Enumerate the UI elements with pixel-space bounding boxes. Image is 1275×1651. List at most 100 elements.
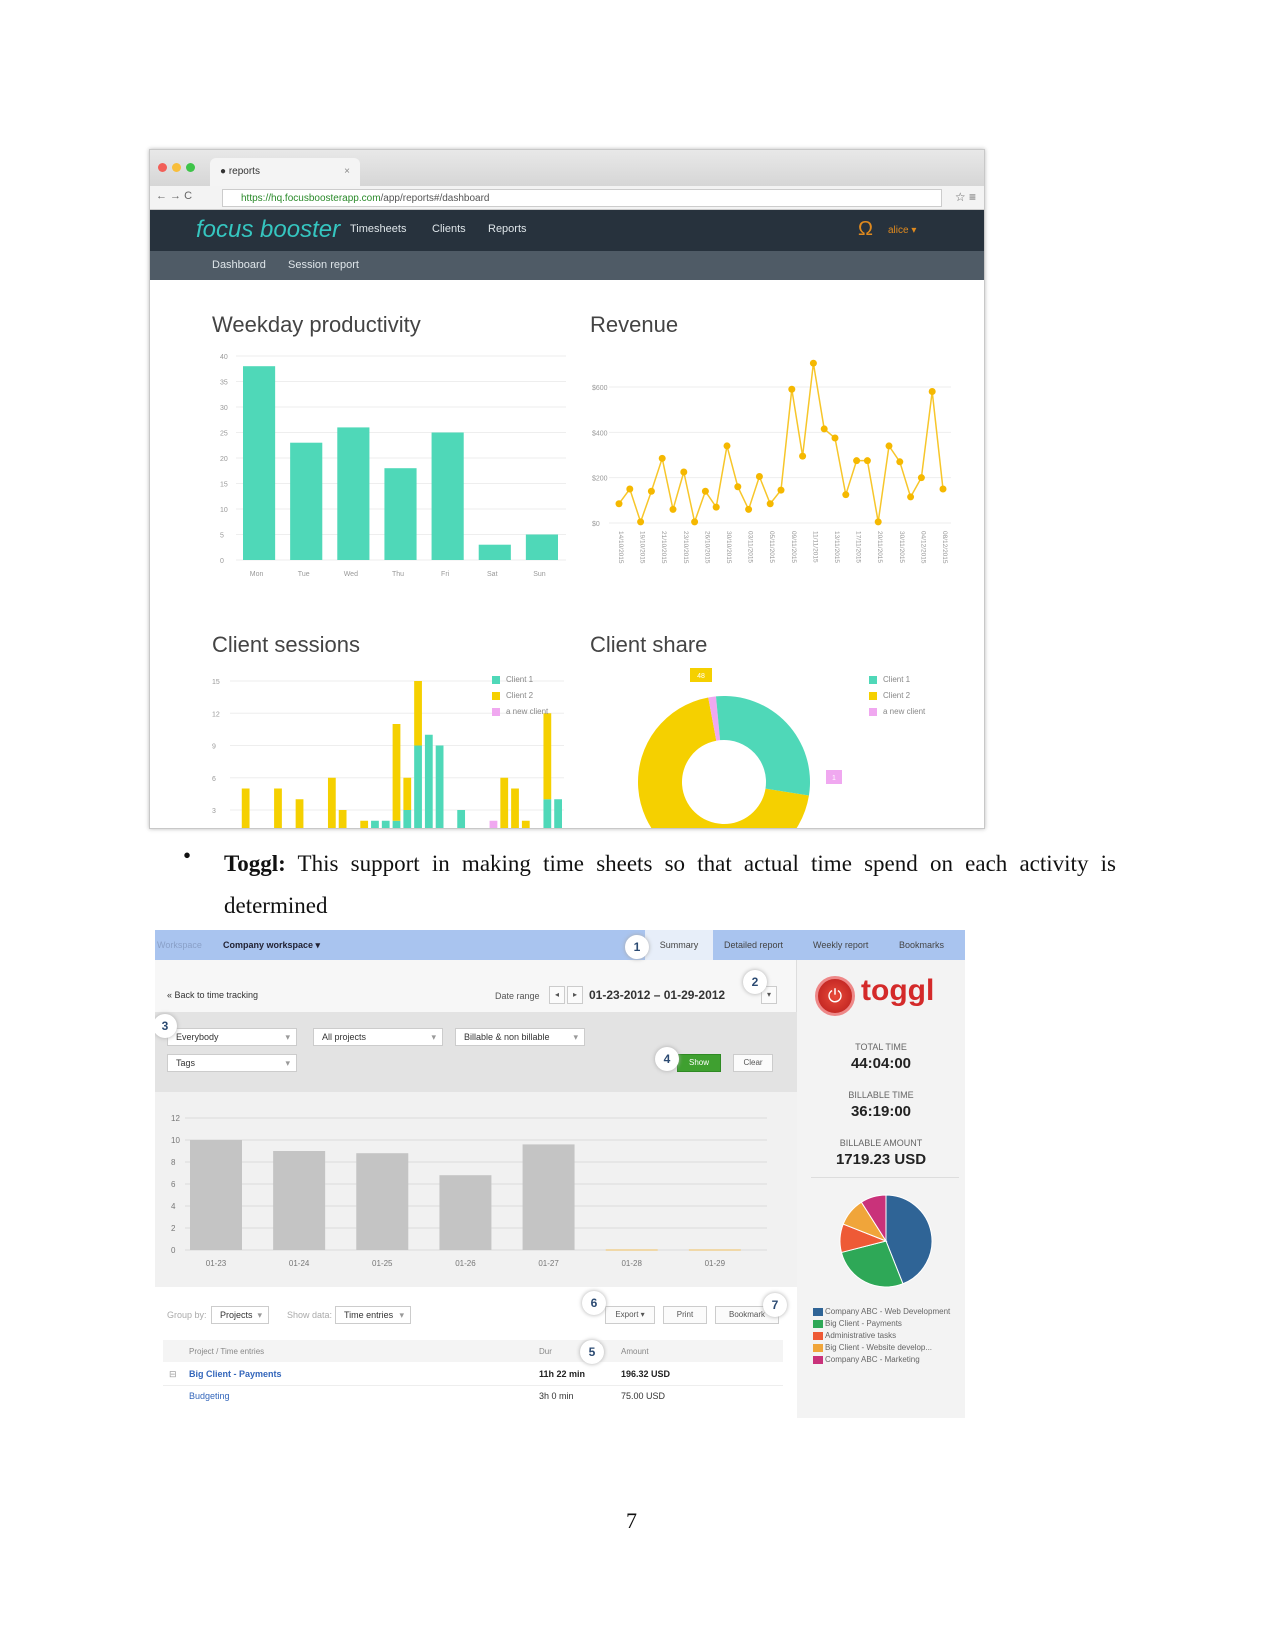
data-point: [755, 473, 763, 481]
x-tick-label: 04/12/2015: [919, 531, 926, 564]
data-point: [637, 518, 645, 526]
x-tick-label: 01-29: [705, 1259, 726, 1268]
data-point: [658, 454, 666, 462]
legend-swatch: [813, 1355, 823, 1364]
table-row[interactable]: ⊟ Big Client - Payments 11h 22 min 196.3…: [163, 1364, 783, 1386]
legend-item: Big Client - Payments: [813, 1318, 963, 1330]
legend-label: Client 2: [506, 691, 534, 700]
x-tick-label: Sun: [533, 571, 546, 578]
legend-item: Big Client - Website develop...: [813, 1342, 963, 1354]
y-tick-label: 15: [212, 679, 220, 686]
amount: 196.32 USD: [621, 1369, 671, 1379]
legend-swatch: [813, 1319, 823, 1328]
data-point: [809, 359, 817, 367]
stacked-bar-segment: [511, 788, 519, 828]
data-point: [907, 493, 915, 501]
x-tick-label: Mon: [250, 571, 264, 578]
callout-1: 1: [625, 935, 649, 959]
callout-2: 2: [743, 970, 767, 994]
data-point: [734, 483, 742, 491]
print-button[interactable]: Print: [663, 1306, 707, 1324]
x-tick-label: 01-28: [621, 1259, 642, 1268]
x-tick-label: Fri: [441, 571, 450, 578]
collapse-icon[interactable]: ⊟: [169, 1369, 177, 1380]
y-tick-label: $0: [592, 521, 600, 528]
x-tick-label: 30/11/2015: [898, 531, 905, 563]
x-tick-label: 13/11/2015: [833, 531, 840, 563]
data-point: [788, 385, 796, 393]
bar: [431, 432, 464, 560]
data-point: [626, 485, 634, 493]
y-tick-label: 20: [220, 456, 228, 463]
data-point: [917, 474, 925, 482]
bar: [478, 544, 511, 560]
bar: [337, 427, 370, 560]
billable-time-label: BILLABLE TIME: [848, 1090, 914, 1100]
legend-item: a new client: [869, 704, 925, 720]
stacked-bar-segment: [241, 788, 250, 828]
bar: [290, 442, 323, 560]
legend-label: Company ABC - Web Development: [825, 1307, 951, 1316]
donut-slice: [715, 696, 811, 796]
entry-name[interactable]: Budgeting: [189, 1391, 230, 1401]
client-sessions-legend: Client 1 Client 2 a new client: [492, 672, 548, 720]
table-row[interactable]: Budgeting 3h 0 min 75.00 USD: [163, 1386, 783, 1408]
y-tick-label: 0: [171, 1246, 176, 1255]
y-tick-label: 15: [220, 482, 228, 489]
y-tick-label: 6: [171, 1180, 176, 1189]
show-data-select[interactable]: Time entries: [335, 1306, 411, 1324]
export-button[interactable]: Export ▾: [605, 1306, 655, 1324]
stacked-bar-segment: [338, 810, 347, 828]
toggl-logo: toggl: [861, 974, 935, 1007]
data-point: [691, 518, 699, 526]
stacked-bar-segment: [543, 799, 552, 828]
y-tick-label: 9: [212, 744, 216, 751]
show-data-label: Show data:: [287, 1310, 333, 1320]
x-tick-label: 23/10/2015: [682, 531, 689, 564]
legend-label: Big Client - Website develop...: [825, 1343, 933, 1352]
legend-label: Client 1: [506, 675, 534, 684]
callout-5: 5: [580, 1340, 604, 1364]
data-point: [647, 487, 655, 495]
data-point: [680, 468, 688, 476]
y-tick-label: $200: [592, 476, 608, 483]
data-point: [842, 491, 850, 499]
project-pie-legend: Company ABC - Web Development Big Client …: [813, 1306, 963, 1366]
bar: [522, 1144, 575, 1250]
dashboard-charts: 0 5 10 15 20 25 30 35 40 Mon Tue Wed Thu Fri Sat Sun $0 $…: [212, 354, 951, 828]
data-point: [712, 503, 720, 511]
y-tick-label: 4: [171, 1202, 176, 1211]
y-tick-label: $600: [592, 385, 608, 392]
data-point: [701, 487, 709, 495]
y-tick-label: 3: [212, 808, 216, 815]
col-duration[interactable]: Dur: [539, 1347, 552, 1356]
stacked-bar-segment: [435, 745, 444, 828]
stacked-bar-segment: [392, 820, 401, 828]
y-tick-label: 40: [220, 354, 228, 361]
x-tick-label: 03/11/2015: [747, 531, 754, 563]
x-tick-label: 20/11/2015: [876, 531, 883, 563]
x-tick-label: Tue: [298, 571, 310, 578]
table-header: Project / Time entries Dur ⚙ Amount: [163, 1340, 783, 1362]
project-name[interactable]: Big Client - Payments: [189, 1369, 282, 1379]
toggl-term: Toggl:: [224, 851, 286, 876]
group-by-label: Group by:: [167, 1310, 207, 1320]
legend-swatch: [813, 1307, 823, 1316]
stacked-bar-segment: [414, 681, 422, 746]
legend-item: Client 2: [869, 688, 925, 704]
legend-swatch: [813, 1343, 823, 1352]
x-tick-label: 17/11/2015: [855, 531, 862, 563]
x-tick-label: 11/11/2015: [811, 531, 818, 563]
data-point: [723, 442, 731, 450]
y-tick-label: 12: [212, 711, 220, 718]
y-tick-label: 0: [220, 558, 224, 565]
legend-item: Company ABC - Marketing: [813, 1354, 963, 1366]
y-tick-label: 6: [212, 776, 216, 783]
data-label: 48: [697, 673, 705, 680]
legend-label: a new client: [883, 707, 926, 716]
legend-label: Big Client - Payments: [825, 1319, 902, 1328]
data-point: [874, 518, 882, 526]
amount: 75.00 USD: [621, 1391, 666, 1401]
group-by-select[interactable]: Projects: [211, 1306, 269, 1324]
page-number: 7: [626, 1508, 637, 1533]
